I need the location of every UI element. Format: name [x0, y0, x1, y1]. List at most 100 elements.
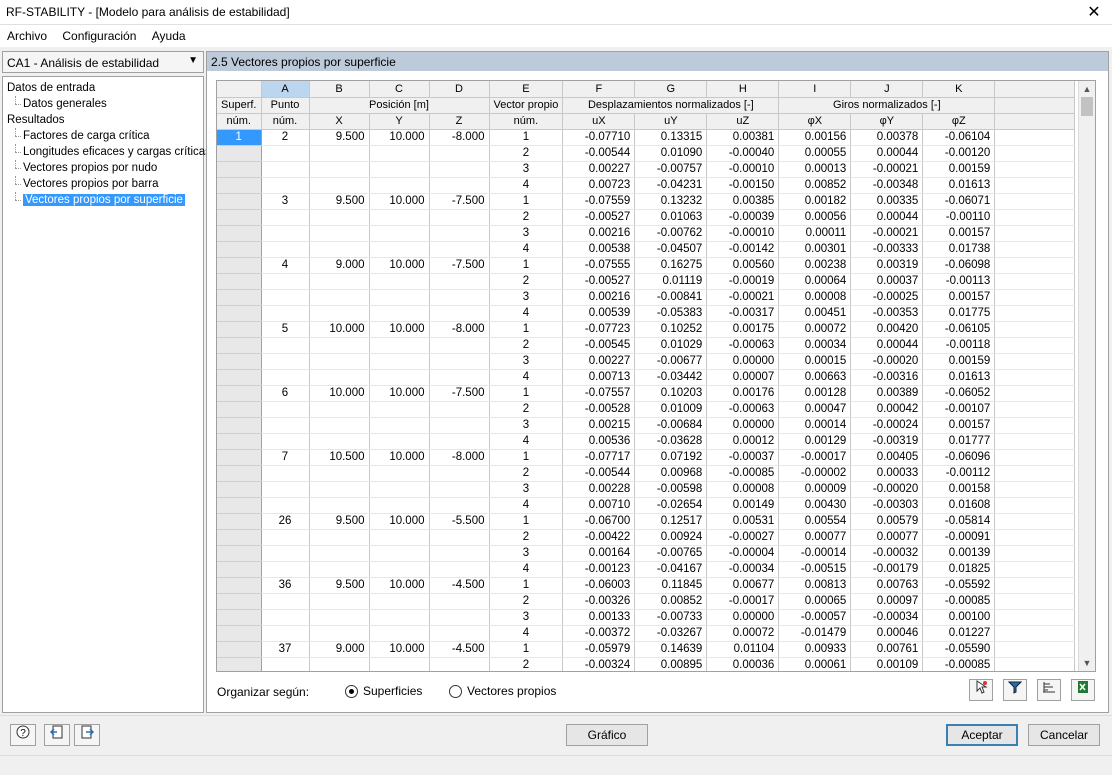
- table-cell[interactable]: 0.00037: [850, 273, 924, 290]
- table-row[interactable]: 3 0.00164 -0.00765 -0.00004 -0.00014 -0.00032…: [217, 545, 1076, 562]
- table-cell[interactable]: 0.00378: [850, 129, 924, 146]
- table-cell[interactable]: -7.500: [429, 385, 490, 402]
- table-cell[interactable]: 10.000: [369, 257, 430, 274]
- table-cell[interactable]: -0.00010: [706, 225, 780, 242]
- table-cell[interactable]: -0.00303: [850, 497, 924, 514]
- table-cell[interactable]: 0.01608: [922, 497, 996, 514]
- table-cell[interactable]: 3: [489, 289, 564, 306]
- table-cell[interactable]: -0.06105: [922, 321, 996, 338]
- table-cell[interactable]: -0.00528: [562, 401, 636, 418]
- table-cell[interactable]: 0.00109: [850, 657, 924, 671]
- table-cell[interactable]: [261, 209, 310, 226]
- column-letter[interactable]: E: [489, 81, 564, 98]
- table-cell[interactable]: [369, 225, 430, 242]
- table-cell[interactable]: [309, 337, 370, 354]
- table-cell[interactable]: -0.00841: [634, 289, 708, 306]
- table-cell[interactable]: [309, 481, 370, 498]
- table-cell[interactable]: [429, 529, 490, 546]
- tree-item[interactable]: Factores de carga crítica: [3, 128, 203, 144]
- table-cell[interactable]: 0.00015: [778, 353, 852, 370]
- table-cell[interactable]: 4: [489, 241, 564, 258]
- table-cell[interactable]: -0.00118: [922, 337, 996, 354]
- table-cell[interactable]: [261, 177, 310, 194]
- table-cell[interactable]: [429, 241, 490, 258]
- table-cell[interactable]: -0.06700: [562, 513, 636, 530]
- table-cell[interactable]: -0.00027: [706, 529, 780, 546]
- table-cell[interactable]: [261, 401, 310, 418]
- table-cell[interactable]: [369, 417, 430, 434]
- table-cell[interactable]: [429, 561, 490, 578]
- table-cell[interactable]: 0.00182: [778, 193, 852, 210]
- table-cell[interactable]: -7.500: [429, 257, 490, 274]
- table-cell[interactable]: 3: [489, 225, 564, 242]
- table-cell[interactable]: -0.00120: [922, 145, 996, 162]
- table-cell[interactable]: [429, 145, 490, 162]
- table-cell[interactable]: -0.00544: [562, 465, 636, 482]
- radio-vectores-circle[interactable]: [449, 684, 462, 698]
- table-cell[interactable]: -0.00020: [850, 481, 924, 498]
- chevron-down-icon[interactable]: ▼: [188, 55, 198, 66]
- table-cell[interactable]: -0.00020: [850, 353, 924, 370]
- table-cell[interactable]: 3: [261, 193, 310, 210]
- table-cell[interactable]: 0.00157: [922, 289, 996, 306]
- table-cell[interactable]: [309, 497, 370, 514]
- table-cell[interactable]: -0.00598: [634, 481, 708, 498]
- pointer-select-icon[interactable]: [969, 679, 993, 701]
- column-letter[interactable]: A: [261, 81, 310, 98]
- table-cell[interactable]: [261, 529, 310, 546]
- cancelar-button[interactable]: Cancelar: [1028, 724, 1100, 746]
- table-cell[interactable]: 4: [489, 433, 564, 450]
- table-cell[interactable]: 0.00157: [922, 225, 996, 242]
- table-cell[interactable]: [217, 625, 262, 642]
- table-cell[interactable]: -0.05592: [922, 577, 996, 594]
- table-cell[interactable]: 0.01063: [634, 209, 708, 226]
- table-cell[interactable]: 3: [489, 545, 564, 562]
- table-cell[interactable]: [217, 209, 262, 226]
- table-row[interactable]: 2 -0.00326 0.00852 -0.00017 0.00065 0.00097 -0…: [217, 593, 1076, 610]
- table-cell[interactable]: 0.01613: [922, 369, 996, 386]
- menu-configuracion[interactable]: Configuración: [55, 25, 141, 43]
- vertical-scrollbar[interactable]: ▲ ▼: [1078, 81, 1095, 671]
- table-cell[interactable]: [369, 481, 430, 498]
- table-cell[interactable]: -0.00004: [706, 545, 780, 562]
- table-cell[interactable]: -0.00021: [850, 161, 924, 178]
- table-cell[interactable]: [217, 353, 262, 370]
- table-cell[interactable]: 0.00044: [850, 337, 924, 354]
- table-cell[interactable]: -0.04507: [634, 241, 708, 258]
- tree-item[interactable]: Vectores propios por barra: [3, 176, 203, 192]
- table-cell[interactable]: [261, 465, 310, 482]
- table-cell[interactable]: 0.00763: [850, 577, 924, 594]
- table-cell[interactable]: [217, 257, 262, 274]
- columns-icon[interactable]: [1037, 679, 1061, 701]
- table-cell[interactable]: [429, 625, 490, 642]
- table-cell[interactable]: 0.01613: [922, 177, 996, 194]
- table-cell[interactable]: 0.00133: [562, 609, 636, 626]
- table-cell[interactable]: 0.00036: [706, 657, 780, 671]
- table-cell[interactable]: [429, 225, 490, 242]
- table-cell[interactable]: [261, 353, 310, 370]
- table-cell[interactable]: [261, 241, 310, 258]
- table-row[interactable]: 3 0.00133 -0.00733 0.00000 -0.00057 -0.00034 0…: [217, 609, 1076, 626]
- table-cell[interactable]: -0.00107: [922, 401, 996, 418]
- table-row[interactable]: 4 0.00538 -0.04507 -0.00142 0.00301 -0.00333 0…: [217, 241, 1076, 258]
- table-cell[interactable]: 0.00227: [562, 161, 636, 178]
- table-cell[interactable]: 0.00034: [778, 337, 852, 354]
- table-row[interactable]: 3 0.00216 -0.00841 -0.00021 0.00008 -0.00025 0…: [217, 289, 1076, 306]
- scroll-thumb[interactable]: [1081, 97, 1093, 116]
- import-icon[interactable]: [44, 724, 70, 746]
- table-cell[interactable]: [309, 401, 370, 418]
- table-cell[interactable]: [261, 305, 310, 322]
- table-cell[interactable]: [309, 273, 370, 290]
- table-cell[interactable]: -0.00326: [562, 593, 636, 610]
- table-cell[interactable]: [309, 369, 370, 386]
- table-cell[interactable]: 2: [489, 593, 564, 610]
- table-cell[interactable]: -0.00057: [778, 609, 852, 626]
- table-cell[interactable]: 9.500: [309, 129, 370, 146]
- table-row[interactable]: 2 -0.00324 0.00895 0.00036 0.00061 0.00109 -0.…: [217, 657, 1076, 671]
- table-cell[interactable]: 2: [489, 657, 564, 671]
- table-cell[interactable]: -0.05814: [922, 513, 996, 530]
- table-row[interactable]: 2 -0.00527 0.01119 -0.00019 0.00064 0.00037 -0…: [217, 273, 1076, 290]
- table-cell[interactable]: 37: [261, 641, 310, 658]
- table-cell[interactable]: 1: [489, 577, 564, 594]
- table-cell[interactable]: 0.00420: [850, 321, 924, 338]
